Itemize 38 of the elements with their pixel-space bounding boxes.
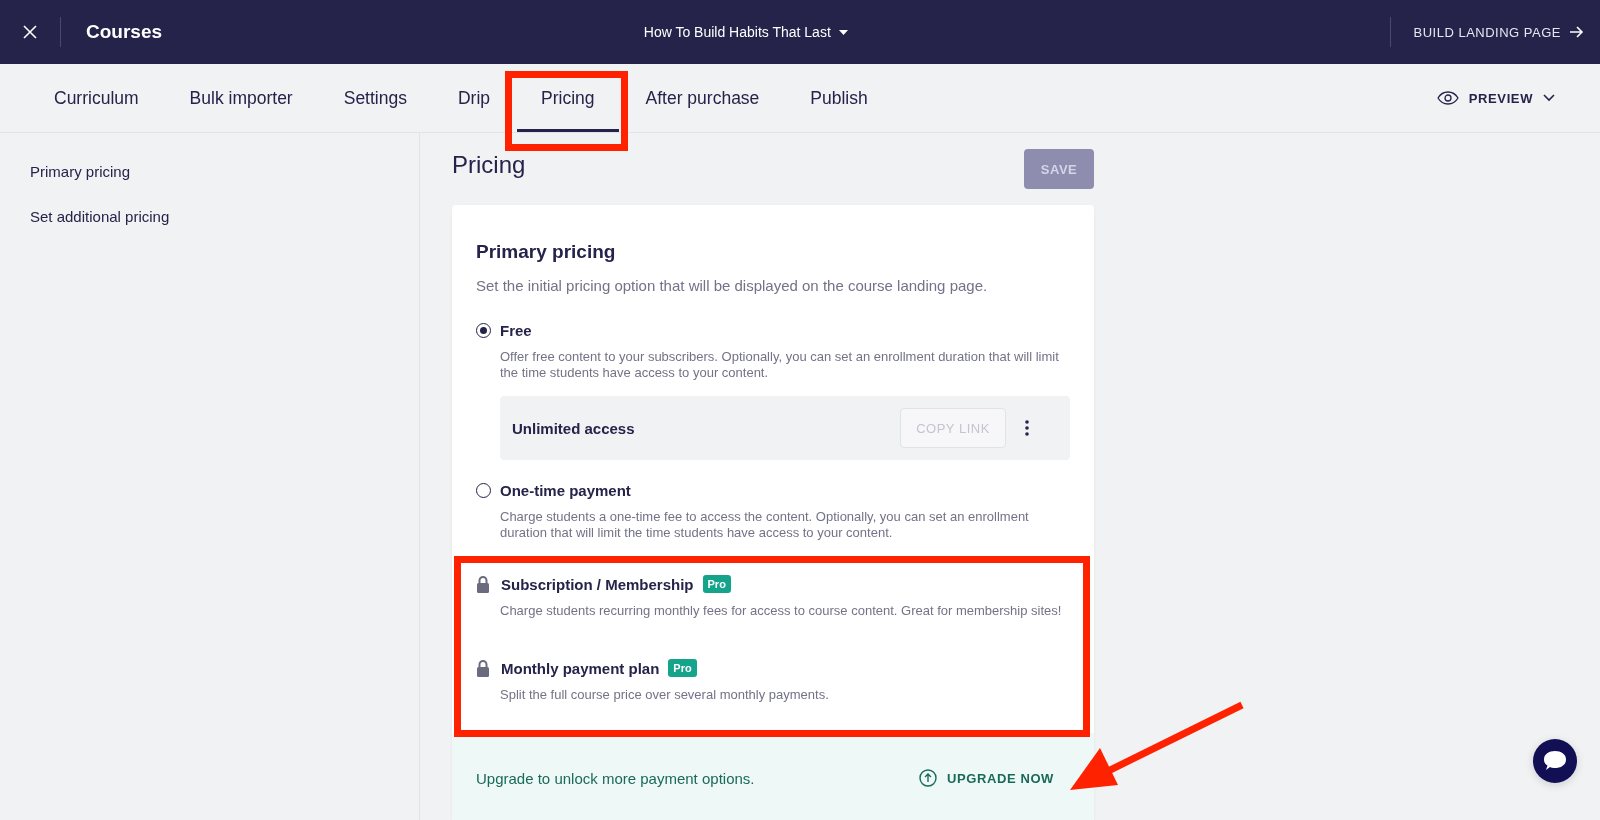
upgrade-now-button[interactable]: UPGRADE NOW	[919, 769, 1054, 787]
lock-icon	[476, 575, 490, 593]
page-title: Pricing	[452, 151, 526, 179]
option-label: Subscription / Membership	[501, 575, 694, 593]
app-title: Courses	[86, 21, 163, 43]
tab[interactable]: After purchase	[621, 64, 784, 132]
tab[interactable]: Bulk importer	[165, 64, 317, 132]
build-landing-page-button[interactable]: BUILD LANDING PAGE	[1390, 12, 1600, 52]
tab[interactable]: Drip	[433, 64, 515, 132]
course-selector[interactable]: How To Build Habits That Last	[643, 24, 848, 40]
preview-button[interactable]: PREVIEW	[1436, 90, 1555, 106]
tab[interactable]: Publish	[786, 64, 892, 132]
arrow-right-icon	[1569, 26, 1584, 38]
option-description: Charge students recurring monthly fees for access to course content. Great for membership sites!	[500, 603, 1063, 619]
lock-icon	[476, 659, 490, 677]
tab[interactable]: Curriculum	[30, 64, 163, 132]
chat-bubble-icon	[1543, 750, 1567, 772]
sidebar-item[interactable]: Set additional pricing	[30, 208, 170, 225]
pro-badge: Pro	[668, 659, 697, 677]
option-description: Charge students a one-time fee to access the content. Optionally, you can set an enrollment duration that will limit the time students have access to your content.	[500, 509, 1030, 541]
section-heading: Primary pricing	[476, 241, 617, 263]
caret-icon	[838, 29, 848, 35]
arrow-up-circle-icon	[919, 769, 937, 787]
upgrade-message: Upgrade to unlock more payment options.	[476, 769, 755, 787]
option-description: Offer free content to your subscribers. Optionally, you can set an enrollment duration that will limit the time students have access to your content.	[500, 349, 1060, 381]
option-label: Free	[500, 322, 532, 339]
sidebar-item[interactable]: Primary pricing	[30, 163, 131, 180]
pro-badge: Pro	[702, 575, 731, 593]
option-label: One-time payment	[500, 482, 631, 499]
eye-icon	[1436, 91, 1459, 105]
option-label: Monthly payment plan	[501, 659, 660, 677]
chat-button[interactable]	[1533, 739, 1577, 783]
tab[interactable]: Pricing	[517, 64, 619, 132]
option-description: Split the full course price over several monthly payments.	[500, 687, 830, 703]
section-description: Set the initial pricing option that will be displayed on the course landing page.	[476, 277, 989, 294]
chevron-down-icon	[1543, 94, 1555, 102]
tab[interactable]: Settings	[319, 64, 431, 132]
access-label: Unlimited access	[512, 419, 635, 437]
